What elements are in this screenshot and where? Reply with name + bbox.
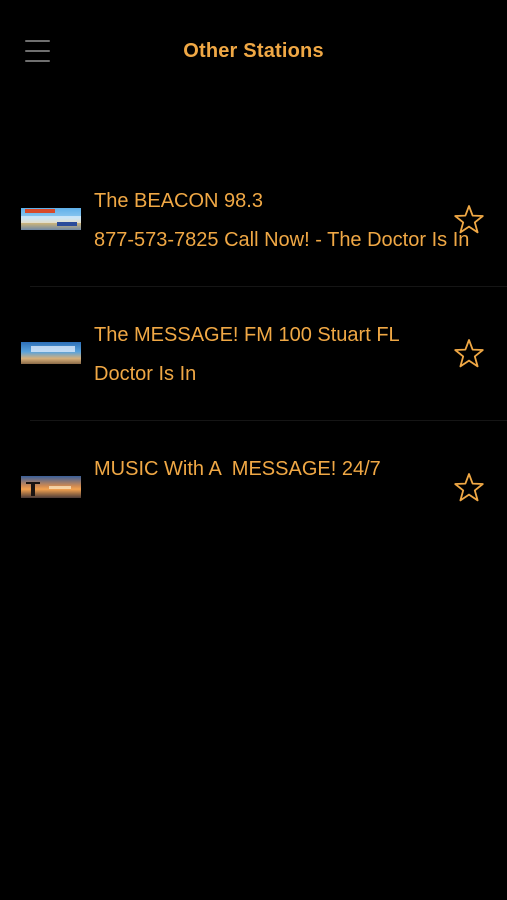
station-logo-thumbnail bbox=[21, 208, 81, 230]
station-now-playing: 877-573-7825 Call Now! - The Doctor Is I… bbox=[94, 229, 470, 251]
favorite-star-icon[interactable] bbox=[452, 471, 486, 505]
station-row[interactable]: The BEACON 98.3 877-573-7825 Call Now! -… bbox=[0, 152, 507, 286]
station-title: The MESSAGE! FM 100 Stuart FL bbox=[94, 324, 400, 346]
station-row[interactable]: The MESSAGE! FM 100 Stuart FL Doctor Is … bbox=[0, 286, 507, 420]
station-now-playing: Doctor Is In bbox=[94, 363, 197, 385]
favorite-star-icon[interactable] bbox=[452, 337, 486, 371]
favorite-star-icon[interactable] bbox=[452, 203, 486, 237]
station-title: The BEACON 98.3 bbox=[94, 190, 263, 212]
page-title: Other Stations bbox=[183, 40, 324, 62]
station-logo-thumbnail bbox=[21, 342, 81, 364]
station-logo-thumbnail bbox=[21, 476, 81, 498]
navigation-bar: Other Stations bbox=[0, 0, 507, 104]
station-title: MUSIC With A MESSAGE! 24/7 bbox=[94, 458, 381, 480]
station-row[interactable]: MUSIC With A MESSAGE! 24/7 bbox=[0, 420, 507, 554]
station-list: The BEACON 98.3 877-573-7825 Call Now! -… bbox=[0, 152, 507, 554]
